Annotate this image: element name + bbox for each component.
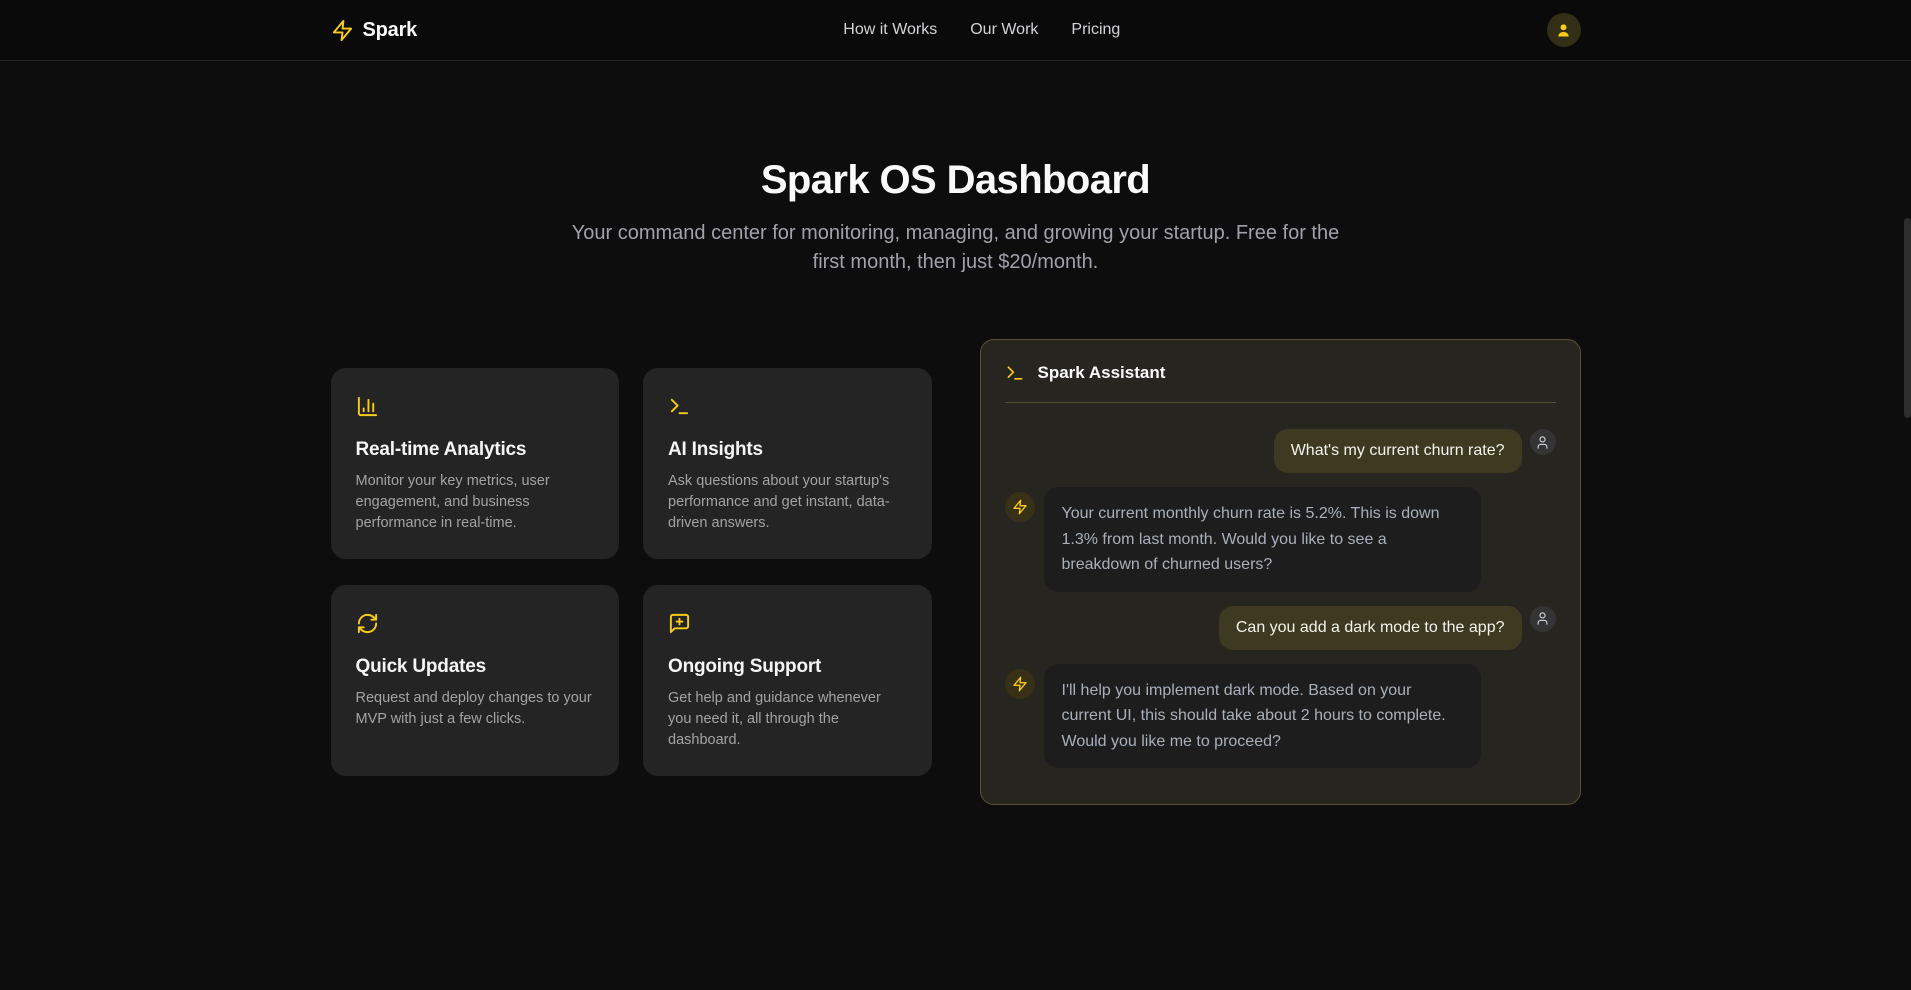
feature-title: Quick Updates (356, 656, 595, 678)
user-message-bubble: What's my current churn rate? (1274, 429, 1522, 473)
zap-icon (1012, 499, 1028, 515)
features-grid: Real-time Analytics Monitor your key met… (331, 368, 932, 776)
user-message-bubble: Can you add a dark mode to the app? (1219, 606, 1522, 650)
brand-name: Spark (363, 19, 418, 42)
assistant-title: Spark Assistant (1038, 363, 1166, 383)
feature-card-ongoing-support: Ongoing Support Get help and guidance wh… (643, 585, 932, 776)
user-icon (1535, 435, 1550, 450)
chat-message-user: Can you add a dark mode to the app? (1005, 606, 1556, 650)
chat-message-user: What's my current churn rate? (1005, 429, 1556, 473)
feature-card-real-time-analytics: Real-time Analytics Monitor your key met… (331, 368, 620, 559)
user-icon (1555, 22, 1572, 39)
hero-section: Spark OS Dashboard Your command center f… (0, 61, 1911, 277)
chat-message-assistant: Your current monthly churn rate is 5.2%.… (1005, 487, 1556, 592)
user-avatar (1530, 429, 1556, 455)
nav-link-how-it-works[interactable]: How it Works (843, 21, 937, 39)
feature-description: Get help and guidance whenever you need … (668, 688, 907, 751)
refresh-icon (356, 612, 379, 635)
feature-description: Ask questions about your startup's perfo… (668, 471, 907, 534)
terminal-icon (668, 395, 691, 418)
user-avatar (1530, 606, 1556, 632)
user-icon (1535, 611, 1550, 626)
feature-description: Monitor your key metrics, user engagemen… (356, 471, 595, 534)
assistant-header: Spark Assistant (981, 340, 1580, 402)
main-content: Spark OS Dashboard Your command center f… (0, 61, 1911, 805)
chat-message-assistant: I'll help you implement dark mode. Based… (1005, 664, 1556, 769)
bar-chart-icon (356, 395, 379, 418)
assistant-message-bubble: Your current monthly churn rate is 5.2%.… (1044, 487, 1481, 592)
header: Spark How it Works Our Work Pricing (0, 0, 1911, 61)
terminal-icon (1005, 363, 1025, 383)
message-square-plus-icon (668, 612, 691, 635)
nav-link-our-work[interactable]: Our Work (970, 21, 1038, 39)
feature-description: Request and deploy changes to your MVP w… (356, 688, 595, 730)
nav-link-pricing[interactable]: Pricing (1071, 21, 1120, 39)
feature-card-ai-insights: AI Insights Ask questions about your sta… (643, 368, 932, 559)
page-title: Spark OS Dashboard (0, 158, 1911, 202)
feature-card-quick-updates: Quick Updates Request and deploy changes… (331, 585, 620, 776)
account-avatar-button[interactable] (1547, 13, 1581, 47)
scrollbar-thumb[interactable] (1904, 218, 1911, 418)
spark-assistant-panel: Spark Assistant What's my current churn … (980, 339, 1581, 805)
zap-icon (1012, 676, 1028, 692)
assistant-avatar (1005, 492, 1035, 522)
hero-subtitle: Your command center for monitoring, mana… (556, 219, 1356, 277)
main-nav: How it Works Our Work Pricing (843, 21, 1120, 39)
chat-messages: What's my current churn rate? Your curre… (981, 403, 1580, 804)
feature-title: Ongoing Support (668, 656, 907, 678)
assistant-message-bubble: I'll help you implement dark mode. Based… (1044, 664, 1481, 769)
feature-title: AI Insights (668, 439, 907, 461)
feature-title: Real-time Analytics (356, 439, 595, 461)
assistant-avatar (1005, 669, 1035, 699)
zap-icon (331, 19, 354, 42)
brand-logo[interactable]: Spark (331, 19, 418, 42)
